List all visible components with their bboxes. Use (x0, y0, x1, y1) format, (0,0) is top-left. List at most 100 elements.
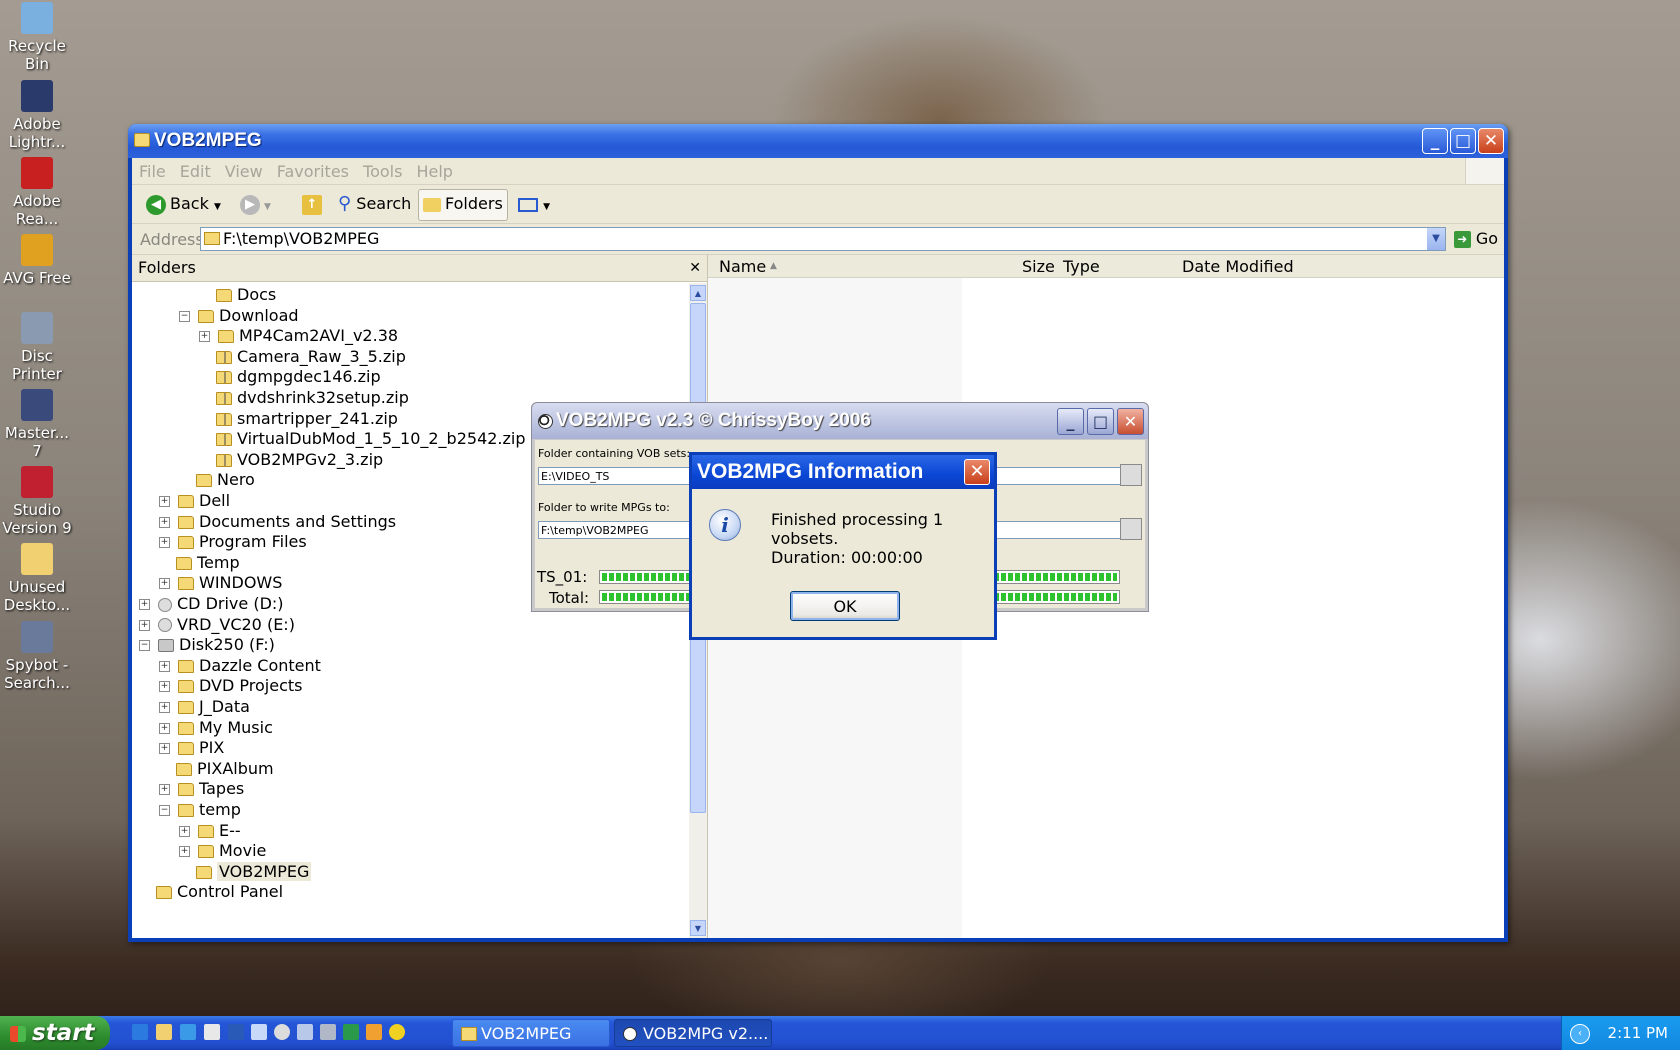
desktop-icon[interactable]: Disc Printer (2, 312, 72, 383)
expand-icon[interactable]: + (159, 681, 170, 693)
back-button[interactable]: ◀ Back ▼ (142, 189, 225, 219)
tree-item[interactable]: VOB2MPGv2_3.zip (216, 450, 383, 470)
tree-item[interactable]: Camera_Raw_3_5.zip (216, 347, 406, 367)
task-explorer[interactable]: VOB2MPEG (452, 1019, 610, 1047)
tree-item[interactable]: Control Panel (156, 882, 283, 902)
search-button[interactable]: ⚲ Search (334, 189, 415, 219)
expand-icon[interactable]: + (139, 619, 150, 631)
up-folder-button[interactable]: ↑ (298, 189, 330, 219)
dialog-titlebar[interactable]: VOB2MPG Information ✕ (692, 455, 994, 489)
scroll-up-icon[interactable]: ▲ (690, 285, 706, 301)
desktop-icon[interactable]: Adobe Rea... (2, 157, 72, 228)
dialog-close-button[interactable]: ✕ (964, 459, 990, 485)
app-quicklaunch-icon[interactable] (320, 1024, 336, 1040)
close-pane-icon[interactable]: ✕ (689, 255, 701, 281)
tree-item[interactable]: − Disk250 (F:) (139, 635, 275, 655)
expand-icon[interactable]: + (159, 784, 170, 796)
expand-icon[interactable]: + (139, 599, 150, 610)
vob2mpg-titlebar[interactable]: VOB2MPG v2.3 © ChrissyBoy 2006 _ □ ✕ (532, 403, 1148, 439)
address-dropdown-icon[interactable]: ▼ (1427, 228, 1445, 250)
tree-item[interactable]: − Download (179, 306, 299, 326)
browse-mpg-button[interactable] (1120, 518, 1142, 540)
start-button[interactable]: start (0, 1016, 110, 1050)
tree-item[interactable]: + E-- (179, 821, 241, 841)
folders-button[interactable]: Folders (418, 189, 508, 221)
collapse-icon[interactable]: − (159, 805, 170, 816)
expand-icon[interactable]: + (159, 660, 170, 672)
messenger-quicklaunch-icon[interactable] (389, 1024, 405, 1040)
help-quicklaunch-icon[interactable] (251, 1024, 267, 1040)
expand-icon[interactable]: + (179, 846, 190, 858)
tree-item[interactable]: Temp (176, 553, 240, 573)
expand-icon[interactable]: + (159, 702, 170, 713)
word-quicklaunch-icon[interactable] (228, 1024, 244, 1040)
tree-item[interactable]: + PIX (159, 738, 224, 758)
explorer-quicklaunch-icon[interactable] (156, 1024, 172, 1040)
menu-tools[interactable]: Tools (356, 158, 409, 181)
tree-item[interactable]: + Documents and Settings (159, 512, 396, 532)
go-button[interactable]: ➜ Go (1453, 229, 1498, 248)
task-vob2mpg[interactable]: VOB2MPG v2.... (614, 1019, 772, 1047)
media-quicklaunch-icon[interactable] (180, 1024, 196, 1040)
ie-quicklaunch-icon[interactable] (132, 1024, 148, 1040)
desktop-icon[interactable]: Studio Version 9 (2, 466, 72, 537)
tree-item[interactable]: dvdshrink32setup.zip (216, 388, 409, 408)
menu-view[interactable]: View (218, 158, 270, 181)
expand-icon[interactable]: + (159, 516, 170, 528)
collapse-icon[interactable]: − (179, 310, 190, 322)
scroll-down-icon[interactable]: ▼ (690, 920, 706, 936)
tree-item[interactable]: VirtualDubMod_1_5_10_2_b2542.zip (216, 429, 526, 449)
tree-item[interactable]: VOB2MPEG (196, 861, 312, 882)
expand-icon[interactable]: + (199, 331, 210, 343)
tree-item[interactable]: + Dazzle Content (159, 656, 321, 676)
tree-item[interactable]: + DVD Projects (159, 676, 302, 696)
tree-item[interactable]: + Movie (179, 841, 266, 861)
minimize-button[interactable]: _ (1422, 128, 1448, 154)
menu-edit[interactable]: Edit (173, 158, 218, 181)
explorer-titlebar[interactable]: VOB2MPEG _ □ ✕ (128, 124, 1508, 158)
show-hidden-icons-icon[interactable]: ‹ (1570, 1024, 1590, 1044)
column-date-modified[interactable]: Date Modified (1182, 257, 1294, 276)
tree-item[interactable]: Docs (216, 285, 276, 305)
desktop-icon[interactable]: Adobe Lightr... (2, 80, 72, 151)
maximize-button[interactable]: □ (1450, 128, 1476, 154)
menu-file[interactable]: File (132, 158, 173, 181)
close-button[interactable]: ✕ (1478, 128, 1504, 154)
tree-item[interactable]: + MP4Cam2AVI_v2.38 (199, 326, 398, 346)
tree-item[interactable]: + My Music (159, 718, 273, 738)
desktop-icon[interactable]: Unused Deskto... (2, 543, 72, 614)
network-quicklaunch-icon[interactable] (297, 1024, 313, 1040)
tree-item[interactable]: − temp (159, 800, 241, 820)
forward-button[interactable]: ▶ ▼ (236, 189, 275, 219)
tree-item[interactable]: dgmpgdec146.zip (216, 367, 381, 387)
disc-quicklaunch-icon[interactable] (274, 1024, 290, 1040)
expand-icon[interactable]: + (159, 722, 170, 734)
tree-item[interactable]: + Dell (159, 491, 230, 511)
tree-item[interactable]: PIXAlbum (176, 759, 274, 779)
desktop-icon[interactable]: Master... 7 (2, 389, 72, 460)
menu-favorites[interactable]: Favorites (270, 158, 356, 181)
tree-item[interactable]: + Program Files (159, 532, 307, 552)
column-type[interactable]: Type (1063, 257, 1100, 276)
tree-item[interactable]: + VRD_VC20 (E:) (139, 615, 295, 635)
browse-vob-button[interactable] (1120, 464, 1142, 486)
minimize-button[interactable]: _ (1057, 408, 1084, 435)
collapse-icon[interactable]: − (139, 640, 150, 652)
tree-item[interactable]: + CD Drive (D:) (139, 594, 284, 614)
desktop-icon[interactable]: Spybot - Search... (2, 621, 72, 692)
column-name[interactable]: Name (719, 257, 766, 276)
tree-item[interactable]: Nero (196, 470, 255, 490)
ok-button[interactable]: OK (790, 591, 900, 621)
expand-icon[interactable]: + (179, 825, 190, 837)
expand-icon[interactable]: + (159, 578, 170, 590)
expand-icon[interactable]: + (159, 537, 170, 549)
expand-icon[interactable]: + (159, 743, 170, 755)
tree-item[interactable]: + Tapes (159, 779, 244, 799)
maximize-button[interactable]: □ (1087, 408, 1114, 435)
tree-item[interactable]: smartripper_241.zip (216, 409, 398, 429)
excel-quicklaunch-icon[interactable] (343, 1024, 359, 1040)
expand-icon[interactable]: + (159, 496, 170, 507)
menu-help[interactable]: Help (409, 158, 459, 181)
desktop-icon[interactable]: Recycle Bin (2, 2, 72, 73)
desktop-icon[interactable]: AVG Free (2, 234, 72, 287)
